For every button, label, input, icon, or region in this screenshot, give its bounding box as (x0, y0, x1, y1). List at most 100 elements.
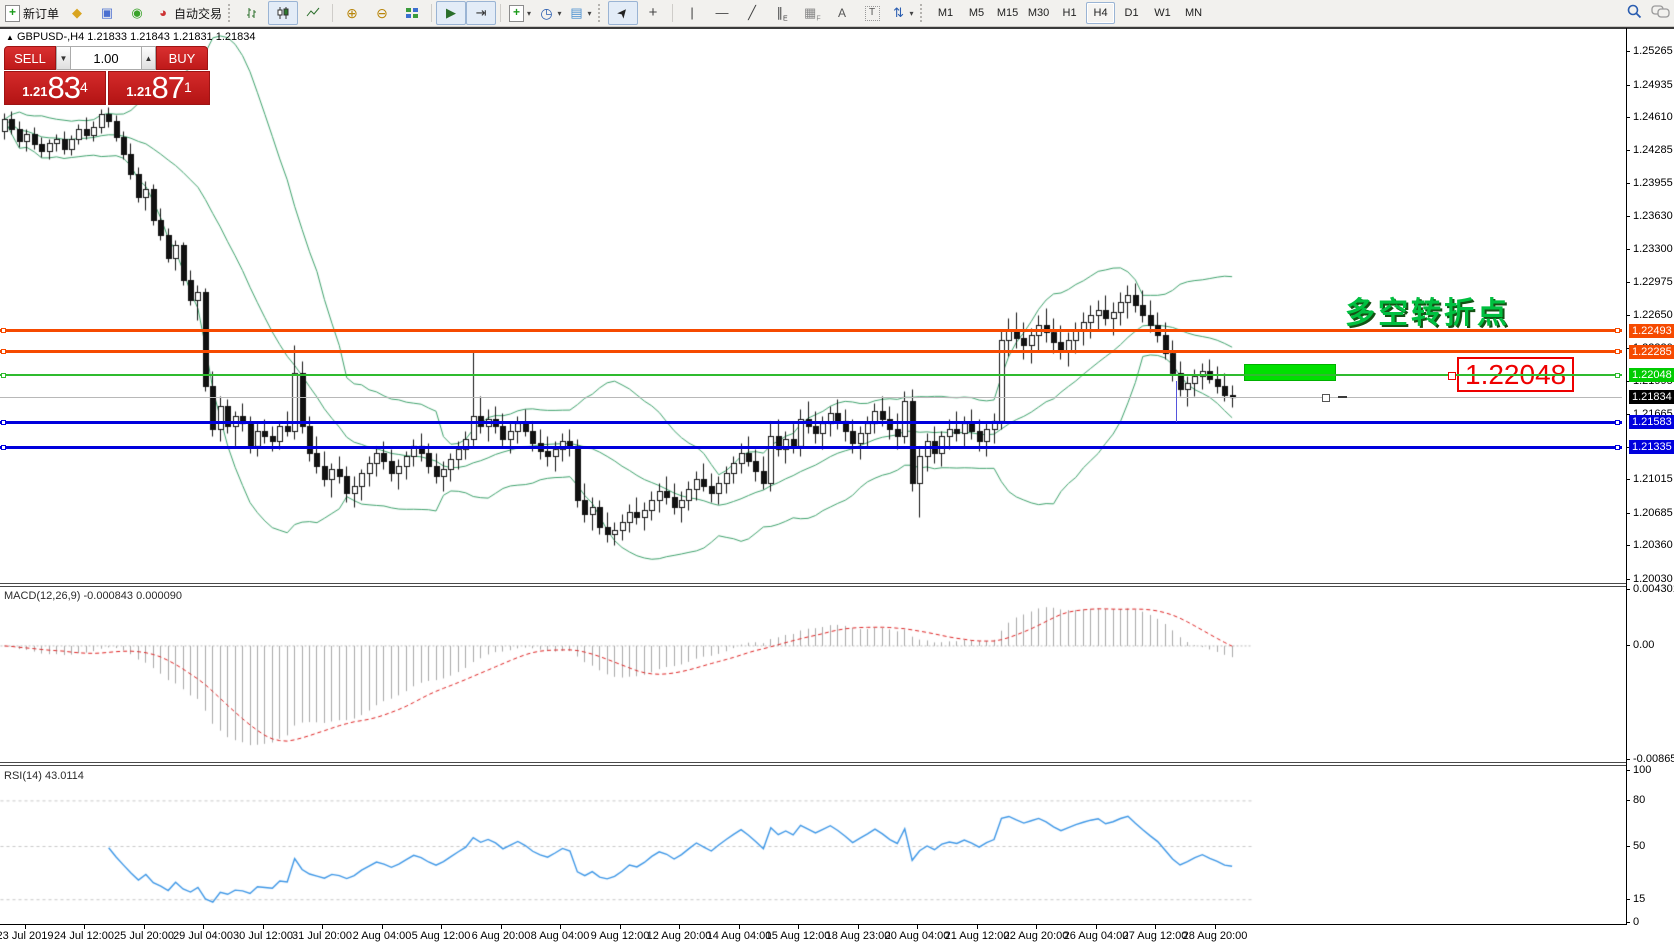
panel-separator[interactable] (0, 762, 1626, 766)
callout-anchor[interactable] (1448, 372, 1456, 380)
line-anchor[interactable] (1, 373, 6, 378)
symbol-info[interactable]: ▲ GBPUSD-,H4 1.21833 1.21843 1.21831 1.2… (6, 31, 256, 43)
last-price-dash (1338, 396, 1347, 398)
sell-button[interactable]: SELL (4, 46, 56, 70)
toolbar-separator (672, 4, 673, 22)
buy-button[interactable]: BUY (156, 46, 208, 70)
text-button[interactable]: A (827, 1, 857, 25)
fibonacci-button[interactable]: ▦F (797, 1, 827, 25)
vertical-line-button[interactable]: | (677, 1, 707, 25)
symbol-info-text: GBPUSD-,H4 1.21833 1.21843 1.21831 1.218… (17, 31, 256, 43)
chat-icon[interactable] (1651, 3, 1670, 20)
time-axis-label: 23 Jul 2019 (0, 930, 53, 942)
panel-separator[interactable] (0, 583, 1626, 587)
timeframe-button-m15[interactable]: M15 (993, 2, 1022, 24)
monitor-tool-button[interactable]: ▣ (92, 1, 122, 25)
line-anchor[interactable] (1615, 349, 1620, 354)
time-axis-label: 21 Aug 12:00 (945, 930, 1010, 942)
hline-pivot-green[interactable] (0, 374, 1622, 376)
line-anchor[interactable] (1615, 445, 1620, 450)
gold-chip-icon: ◆ (69, 5, 85, 21)
new-order-icon: + (5, 5, 20, 22)
time-axis-tick (382, 925, 383, 929)
macd-axis-tick (1626, 589, 1630, 590)
timeframe-button-h4[interactable]: H4 (1086, 2, 1115, 24)
volume-input[interactable] (71, 46, 141, 70)
hline-resistance-2[interactable] (0, 350, 1622, 353)
auto-scroll-button[interactable]: ▶ (436, 1, 466, 25)
trendline-button[interactable]: ╱ (737, 1, 767, 25)
price-axis-tick (1626, 282, 1630, 283)
line-anchor[interactable] (1615, 420, 1620, 425)
text-label-button[interactable]: T (857, 1, 887, 25)
highlight-rectangle[interactable] (1244, 364, 1336, 381)
search-icon[interactable] (1626, 3, 1643, 20)
price-axis-tick (1626, 579, 1630, 580)
line-chart-button[interactable] (298, 1, 328, 25)
candlestick-chart-button[interactable] (268, 1, 298, 25)
price-axis-tick-label: 1.24285 (1633, 144, 1673, 156)
tile-windows-button[interactable] (397, 1, 427, 25)
vertical-line-icon: | (684, 5, 700, 21)
price-axis-tick (1626, 479, 1630, 480)
zoom-out-button[interactable]: ⊖ (367, 1, 397, 25)
turning-point-annotation[interactable]: 多空转折点 (1345, 288, 1510, 332)
rsi-axis-label: 15 (1633, 893, 1645, 905)
toolbar-grip (920, 4, 927, 22)
autotrading-button[interactable]: ◕ 自动交易 (152, 1, 225, 25)
new-order-button[interactable]: + 新订单 (2, 1, 62, 25)
time-axis-label: 18 Aug 23:00 (826, 930, 891, 942)
indicators-button[interactable]: +▾ (505, 1, 535, 25)
timeframe-button-d1[interactable]: D1 (1117, 2, 1146, 24)
signal-tool-button[interactable]: ◉ (122, 1, 152, 25)
timeframe-button-mn[interactable]: MN (1179, 2, 1208, 24)
timeframe-button-m5[interactable]: M5 (962, 2, 991, 24)
collapse-arrow-icon[interactable]: ▲ (6, 33, 14, 42)
horizontal-line-button[interactable]: — (707, 1, 737, 25)
price-axis-tick-label: 1.24610 (1633, 111, 1673, 123)
timeframe-button-w1[interactable]: W1 (1148, 2, 1177, 24)
templates-button[interactable]: ▤▾ (565, 1, 595, 25)
timeframe-button-m30[interactable]: M30 (1024, 2, 1053, 24)
volume-decrease-button[interactable]: ▼ (56, 46, 71, 70)
price-axis-tick (1626, 216, 1630, 217)
toolbar-separator (431, 4, 432, 22)
rsi-panel-canvas[interactable] (0, 766, 1626, 924)
chart-shift-button[interactable]: ⇥ (466, 1, 496, 25)
zoom-in-button[interactable]: ⊕ (337, 1, 367, 25)
timeframe-button-m1[interactable]: M1 (931, 2, 960, 24)
price-label-resistance-1: 1.22493 (1629, 324, 1674, 338)
sell-price-display[interactable]: 1.21834 (4, 71, 106, 105)
rsi-axis-label: 100 (1633, 764, 1651, 776)
cursor-button[interactable]: ➤ (608, 1, 638, 25)
trendline-icon: ╱ (744, 5, 760, 21)
tile-windows-icon (404, 5, 420, 21)
gold-tool-button[interactable]: ◆ (62, 1, 92, 25)
line-anchor[interactable] (1, 445, 6, 450)
bar-chart-button[interactable] (238, 1, 268, 25)
channel-button[interactable]: ∥E (767, 1, 797, 25)
macd-values: -0.000843 0.000090 (83, 590, 181, 602)
buy-price-display[interactable]: 1.21871 (108, 71, 210, 105)
periods-button[interactable]: ◷▾ (535, 1, 565, 25)
hline-support-1[interactable] (0, 421, 1622, 424)
hline-support-2[interactable] (0, 446, 1622, 449)
line-anchor[interactable] (1, 328, 6, 333)
line-anchor[interactable] (1, 420, 6, 425)
hline-resistance-1[interactable] (0, 329, 1622, 332)
crosshair-button[interactable]: + (638, 1, 668, 25)
macd-panel-canvas[interactable] (0, 587, 1626, 762)
buy-price-prefix: 1.21 (126, 82, 151, 102)
timeframe-button-h1[interactable]: H1 (1055, 2, 1084, 24)
text-icon: A (834, 5, 850, 21)
template-icon: ▤ (569, 5, 585, 21)
volume-increase-button[interactable]: ▲ (141, 46, 156, 70)
line-anchor[interactable] (1, 349, 6, 354)
line-anchor[interactable] (1615, 328, 1620, 333)
arrows-button[interactable]: ⇅▾ (887, 1, 917, 25)
channel-icon: ∥E (774, 5, 790, 21)
time-axis-label: 12 Aug 20:00 (647, 930, 712, 942)
line-anchor[interactable] (1615, 373, 1620, 378)
price-label-resistance-2: 1.22285 (1629, 345, 1674, 359)
rsi-axis-label: 80 (1633, 794, 1645, 806)
